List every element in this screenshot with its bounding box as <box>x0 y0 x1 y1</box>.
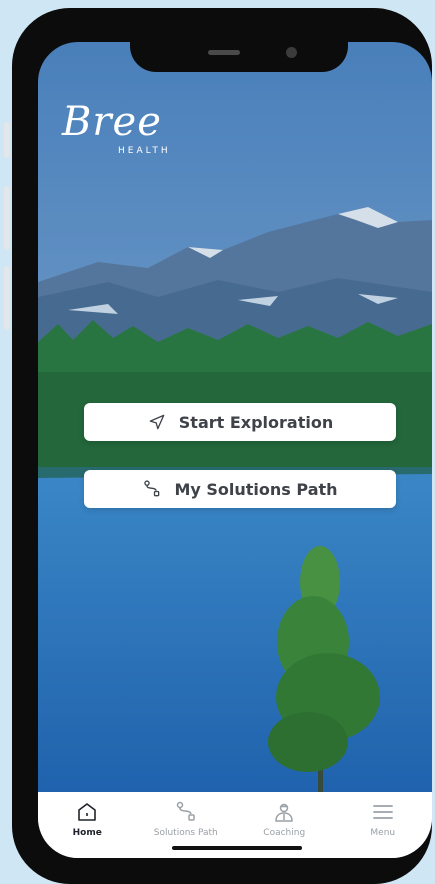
coach-icon <box>275 803 294 822</box>
start-exploration-label: Start Exploration <box>178 412 334 432</box>
tab-solutions-path-label: Solutions Path <box>153 828 218 838</box>
front-camera <box>286 47 297 58</box>
route-icon <box>144 480 160 497</box>
tab-menu-label: Menu <box>370 828 396 838</box>
device-volume-up <box>4 186 10 250</box>
tab-coaching-label: Coaching <box>263 828 306 838</box>
tab-menu[interactable]: Menu <box>338 800 428 838</box>
navigation-arrow-icon <box>149 414 165 430</box>
home-icon <box>78 803 97 821</box>
phone-frame: Bree HEALTH Start Exploration My Solutio… <box>12 8 432 884</box>
app-screen: Bree HEALTH Start Exploration My Solutio… <box>38 42 432 858</box>
my-solutions-path-button[interactable]: My Solutions Path <box>84 470 396 508</box>
logo-wordmark: Bree <box>62 99 162 145</box>
start-exploration-button[interactable]: Start Exploration <box>84 403 396 441</box>
home-indicator[interactable] <box>172 846 302 850</box>
bree-health-logo: Bree HEALTH <box>62 99 168 156</box>
tab-solutions-path[interactable]: Solutions Path <box>141 800 231 838</box>
device-side-button <box>4 122 10 158</box>
notch <box>130 38 348 72</box>
speaker-grille <box>208 50 240 55</box>
hamburger-menu-icon <box>372 805 393 819</box>
route-icon <box>176 801 195 821</box>
my-solutions-path-label: My Solutions Path <box>174 479 338 499</box>
tab-home-label: Home <box>72 828 102 838</box>
device-volume-down <box>4 266 10 330</box>
tab-home[interactable]: Home <box>42 800 132 838</box>
landscape-background-image <box>38 42 432 858</box>
logo-subtitle: HEALTH <box>118 146 171 156</box>
tab-coaching[interactable]: Coaching <box>239 800 329 838</box>
